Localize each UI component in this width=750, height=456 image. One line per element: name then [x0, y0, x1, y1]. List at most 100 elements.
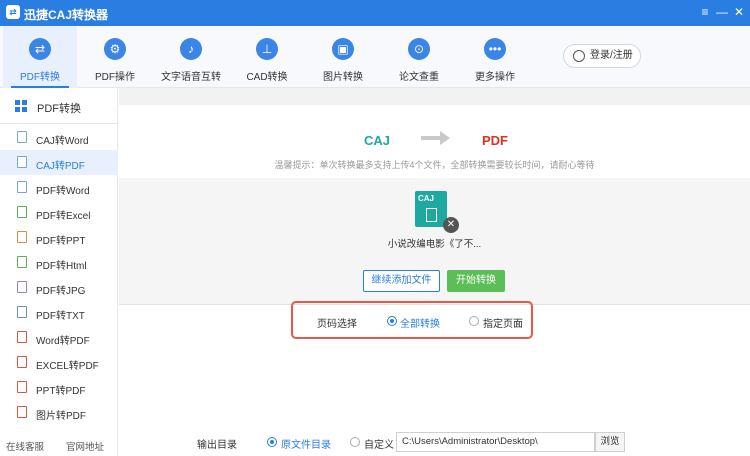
more-icon: •••: [484, 38, 506, 60]
sidebar-item-label: 图片转PDF: [36, 411, 86, 422]
output-directory-row: 输出目录 原文件目录 自定义 C:\Users\Administrator\De…: [119, 431, 750, 453]
menu-icon[interactable]: ≡: [696, 3, 714, 21]
tool-cad-convert[interactable]: ⊥ CAD转换: [230, 26, 304, 88]
main-panel: CAJ PDF 温馨提示：单次转换最多支持上传4个文件，全部转换需要较长时间，请…: [119, 88, 750, 456]
sidebar-item-pdf-to-ppt[interactable]: PDF转PPT: [0, 225, 118, 250]
tool-more[interactable]: ••• 更多操作: [458, 26, 532, 88]
tool-label: PDF操作: [95, 72, 135, 83]
sidebar-header: PDF转换: [0, 88, 118, 124]
sidebar-item-excel-to-pdf[interactable]: EXCEL转PDF: [0, 350, 118, 375]
sidebar-item-label: PDF转TXT: [36, 311, 85, 322]
sidebar-item-label: PPT转PDF: [36, 386, 86, 397]
gear-icon: ⚙: [104, 38, 126, 60]
file-name: 小说改编电影《了不...: [387, 239, 482, 250]
output-label: 输出目录: [197, 440, 237, 451]
sidebar-item-label: PDF转JPG: [36, 286, 86, 297]
minimize-button[interactable]: —: [713, 3, 731, 21]
radio-custom-dir-label[interactable]: 自定义: [364, 436, 394, 451]
sidebar-footer: 在线客服 官网地址: [0, 434, 118, 456]
document-icon: [426, 208, 437, 222]
output-path-field[interactable]: C:\Users\Administrator\Desktop\: [396, 432, 595, 452]
sidebar-item-label: PDF转Html: [36, 261, 87, 272]
radio-all-pages-label[interactable]: 全部转换: [400, 315, 440, 330]
file-icon: [17, 281, 27, 293]
file-badge: CAJ: [418, 194, 435, 203]
caj-file-icon: CAJ: [415, 191, 447, 227]
sidebar-item-pdf-to-word[interactable]: PDF转Word: [0, 175, 118, 200]
sidebar-item-caj-to-pdf[interactable]: CAJ转PDF: [0, 150, 118, 175]
target-format: PDF: [482, 133, 508, 148]
search-doc-icon: ⊙: [408, 38, 430, 60]
tool-label: 文字语音互转: [161, 72, 221, 83]
file-icon: [17, 156, 27, 168]
file-icon: [17, 356, 27, 368]
tool-image-convert[interactable]: ▣ 图片转换: [306, 26, 380, 88]
radio-custom-dir[interactable]: [350, 437, 360, 447]
sidebar-item-pdf-to-excel[interactable]: PDF转Excel: [0, 200, 118, 225]
tool-label: PDF转换: [20, 72, 60, 83]
login-label: 登录/注册: [590, 50, 633, 61]
sidebar-item-label: CAJ转PDF: [36, 161, 85, 172]
sidebar-item-image-to-pdf[interactable]: 图片转PDF: [0, 400, 118, 425]
upload-tip: 温馨提示：单次转换最多支持上传4个文件，全部转换需要较长时间，请耐心等待: [274, 160, 595, 170]
top-banner: [119, 88, 750, 105]
official-site-link[interactable]: 官网地址: [66, 439, 104, 453]
sidebar-item-label: PDF转PPT: [36, 236, 86, 247]
title-bar: ⇄ 迅捷CAJ转换器 ≡ — ✕: [0, 0, 750, 26]
file-drop-zone[interactable]: CAJ ✕ 小说改编电影《了不... 继续添加文件 开始转换: [119, 178, 750, 305]
file-icon: [17, 131, 27, 143]
sidebar-item-pdf-to-html[interactable]: PDF转Html: [0, 250, 118, 275]
file-icon: [17, 381, 27, 393]
page-select-label: 页码选择: [317, 319, 357, 330]
file-icon: [17, 256, 27, 268]
convert-icon: ⇄: [29, 38, 51, 60]
page-select-group: 页码选择 全部转换 指定页面: [291, 301, 533, 339]
radio-specific-pages-label[interactable]: 指定页面: [483, 315, 523, 330]
sidebar-item-label: EXCEL转PDF: [36, 361, 99, 372]
sidebar-item-pdf-to-jpg[interactable]: PDF转JPG: [0, 275, 118, 300]
tool-label: 论文查重: [399, 72, 439, 83]
sidebar-item-label: PDF转Excel: [36, 211, 91, 222]
user-icon: [573, 50, 585, 62]
browse-button[interactable]: 浏览: [595, 432, 625, 452]
file-icon: [17, 206, 27, 218]
online-service-link[interactable]: 在线客服: [6, 439, 44, 453]
sidebar-item-label: PDF转Word: [36, 186, 90, 197]
image-icon: ▣: [332, 38, 354, 60]
tool-paper-check[interactable]: ⊙ 论文查重: [382, 26, 456, 88]
tool-label: CAD转换: [246, 72, 288, 83]
speech-icon: ♪: [180, 38, 202, 60]
add-file-button[interactable]: 继续添加文件: [363, 270, 440, 292]
start-convert-button[interactable]: 开始转换: [447, 270, 505, 292]
tool-label: 更多操作: [475, 72, 515, 83]
tool-text-speech[interactable]: ♪ 文字语音互转: [154, 26, 228, 88]
sidebar-item-pdf-to-txt[interactable]: PDF转TXT: [0, 300, 118, 325]
close-button[interactable]: ✕: [730, 3, 748, 21]
radio-source-dir-label[interactable]: 原文件目录: [281, 436, 331, 451]
file-icon: [17, 306, 27, 318]
app-logo-icon: ⇄: [6, 5, 20, 19]
remove-file-button[interactable]: ✕: [443, 217, 459, 233]
login-button[interactable]: 登录/注册: [563, 44, 641, 68]
file-icon: [17, 406, 27, 418]
sidebar-item-ppt-to-pdf[interactable]: PPT转PDF: [0, 375, 118, 400]
sidebar-item-word-to-pdf[interactable]: Word转PDF: [0, 325, 118, 350]
file-icon: [17, 231, 27, 243]
file-icon: [17, 181, 27, 193]
grid-icon: [15, 100, 27, 112]
sidebar-item-caj-to-word[interactable]: CAJ转Word: [0, 125, 118, 150]
sidebar-item-label: Word转PDF: [36, 336, 90, 347]
tool-pdf-convert[interactable]: ⇄ PDF转换: [3, 26, 77, 88]
file-icon: [17, 331, 27, 343]
sidebar: PDF转换 CAJ转Word CAJ转PDF PDF转Word PDF转Exce…: [0, 88, 118, 456]
tool-pdf-operate[interactable]: ⚙ PDF操作: [78, 26, 152, 88]
cad-icon: ⊥: [256, 38, 278, 60]
tool-label: 图片转换: [323, 72, 363, 83]
radio-specific-pages[interactable]: [469, 316, 479, 326]
arrow-head-icon: [440, 131, 450, 145]
radio-source-dir[interactable]: [267, 437, 277, 447]
radio-all-pages[interactable]: [387, 316, 397, 326]
sidebar-item-label: CAJ转Word: [36, 136, 89, 147]
sidebar-header-label: PDF转换: [37, 103, 81, 115]
app-title: 迅捷CAJ转换器: [24, 8, 109, 22]
